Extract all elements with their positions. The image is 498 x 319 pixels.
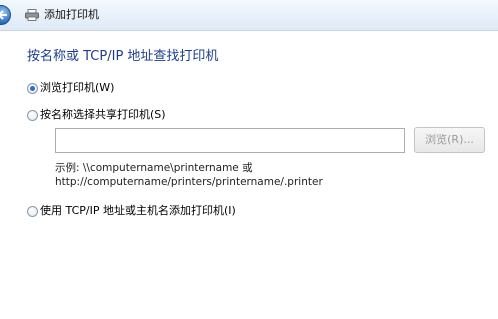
radio-select-shared-printer[interactable] [27, 110, 38, 121]
back-button[interactable] [0, 5, 11, 25]
option-select-shared-label[interactable]: 按名称选择共享打印机(S) [40, 108, 166, 122]
window-title: 添加打印机 [44, 8, 99, 21]
example-text-line1: 示例: \\computername\printername 或 [55, 162, 253, 174]
title-bar: 添加打印机 [0, 0, 498, 31]
printer-icon [25, 9, 39, 21]
radio-browse-printers[interactable] [27, 83, 38, 94]
back-arrow-icon [0, 10, 7, 20]
option-browse-label[interactable]: 浏览打印机(W) [40, 81, 114, 95]
shared-printer-name-input[interactable] [55, 128, 405, 153]
option-tcpip-label[interactable]: 使用 TCP/IP 地址或主机名添加打印机(I) [40, 204, 236, 218]
example-text-line2: http://computername/printers/printername… [55, 176, 323, 188]
radio-add-by-tcpip[interactable] [27, 206, 38, 217]
browse-button[interactable]: 浏览(R)... [414, 127, 485, 153]
page-heading: 按名称或 TCP/IP 地址查找打印机 [27, 49, 219, 64]
